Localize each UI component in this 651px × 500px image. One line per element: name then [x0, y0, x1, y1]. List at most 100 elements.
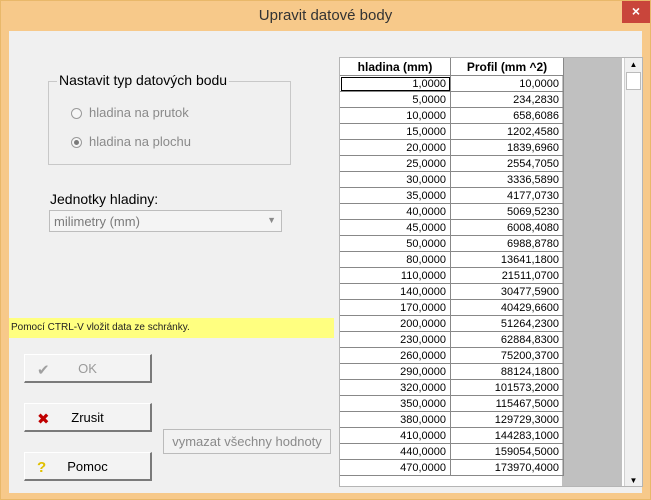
help-button[interactable]: ? Pomoc — [24, 452, 152, 481]
table-row[interactable]: 380,0000 129729,3000 — [340, 411, 564, 428]
table-row[interactable]: 50,0000 6988,8780 — [340, 235, 564, 252]
cell-profile[interactable]: 234,2830 — [450, 91, 564, 108]
cell-profile[interactable]: 129729,3000 — [450, 411, 564, 428]
table-row[interactable]: 470,0000 173970,4000 — [340, 459, 564, 476]
cell-level[interactable]: 50,0000 — [340, 235, 451, 252]
clipboard-hint: Pomocí CTRL-V vložit data ze schránky. — [9, 318, 334, 338]
table-row[interactable]: 320,0000 101573,2000 — [340, 379, 564, 396]
table-row[interactable]: 40,0000 5069,5230 — [340, 203, 564, 220]
units-select-value: milimetry (mm) — [54, 214, 140, 229]
cell-profile[interactable]: 51264,2300 — [450, 315, 564, 332]
cell-profile[interactable]: 13641,1800 — [450, 251, 564, 268]
table-row[interactable]: 80,0000 13641,1800 — [340, 251, 564, 268]
table-row[interactable]: 200,0000 51264,2300 — [340, 315, 564, 332]
cancel-button[interactable]: ✖ Zrusit — [24, 403, 152, 432]
table-row[interactable]: 440,0000 159054,5000 — [340, 443, 564, 460]
scroll-thumb[interactable] — [626, 72, 641, 90]
radio-label: hladina na prutok — [89, 105, 189, 120]
cell-profile[interactable]: 10,0000 — [450, 75, 564, 92]
table-row[interactable]: 110,0000 21511,0700 — [340, 267, 564, 284]
cell-level[interactable]: 170,0000 — [340, 299, 451, 316]
cell-profile[interactable]: 62884,8300 — [450, 331, 564, 348]
cell-level[interactable]: 30,0000 — [340, 171, 451, 188]
table-row[interactable]: 170,0000 40429,6600 — [340, 299, 564, 316]
edit-data-points-dialog: Upravit datové body × Nastavit typ datov… — [0, 0, 651, 500]
cell-profile[interactable]: 101573,2000 — [450, 379, 564, 396]
cell-profile[interactable]: 30477,5900 — [450, 283, 564, 300]
title-bar[interactable]: Upravit datové body × — [1, 1, 650, 31]
data-points-grid[interactable]: hladina (mm) Profil (mm ^2) 1,0000 10,000… — [339, 57, 643, 487]
cell-level[interactable]: 470,0000 — [340, 459, 451, 476]
cell-profile[interactable]: 5069,5230 — [450, 203, 564, 220]
cell-profile[interactable]: 21511,0700 — [450, 267, 564, 284]
cell-profile[interactable]: 2554,7050 — [450, 155, 564, 172]
cell-profile[interactable]: 115467,5000 — [450, 395, 564, 412]
table-row[interactable]: 260,0000 75200,3700 — [340, 347, 564, 364]
cell-level[interactable]: 1,0000 — [340, 75, 451, 92]
cell-profile[interactable]: 1202,4580 — [450, 123, 564, 140]
column-header-level[interactable]: hladina (mm) — [340, 58, 451, 76]
scroll-up-icon[interactable]: ▲ — [625, 58, 642, 72]
cell-level[interactable]: 45,0000 — [340, 219, 451, 236]
cell-level[interactable]: 20,0000 — [340, 139, 451, 156]
clear-all-values-button[interactable]: vymazat všechny hodnoty — [163, 429, 331, 454]
cell-level[interactable]: 15,0000 — [340, 123, 451, 140]
chevron-down-icon[interactable]: ▼ — [267, 215, 276, 225]
cell-level[interactable]: 110,0000 — [340, 267, 451, 284]
cell-level[interactable]: 80,0000 — [340, 251, 451, 268]
cell-profile[interactable]: 75200,3700 — [450, 347, 564, 364]
help-button-label: Pomoc — [67, 459, 108, 474]
cell-level[interactable]: 200,0000 — [340, 315, 451, 332]
grid-empty-area — [562, 58, 622, 486]
ok-button[interactable]: ✔ OK — [24, 354, 152, 383]
cell-level[interactable]: 320,0000 — [340, 379, 451, 396]
scroll-down-icon[interactable]: ▼ — [625, 474, 642, 486]
table-row[interactable]: 35,0000 4177,0730 — [340, 187, 564, 204]
table-row[interactable]: 290,0000 88124,1800 — [340, 363, 564, 380]
table-row[interactable]: 45,0000 6008,4080 — [340, 219, 564, 236]
units-select[interactable]: milimetry (mm) ▼ — [49, 210, 282, 232]
close-icon: × — [631, 3, 641, 19]
cell-level[interactable]: 380,0000 — [340, 411, 451, 428]
cell-profile[interactable]: 144283,1000 — [450, 427, 564, 444]
cell-profile[interactable]: 88124,1800 — [450, 363, 564, 380]
cell-level[interactable]: 230,0000 — [340, 331, 451, 348]
cell-level[interactable]: 10,0000 — [340, 107, 451, 124]
table-row[interactable]: 10,0000 658,6086 — [340, 107, 564, 124]
cell-level[interactable]: 410,0000 — [340, 427, 451, 444]
cell-level[interactable]: 350,0000 — [340, 395, 451, 412]
cell-profile[interactable]: 1839,6960 — [450, 139, 564, 156]
cell-profile[interactable]: 4177,0730 — [450, 187, 564, 204]
cell-level[interactable]: 40,0000 — [340, 203, 451, 220]
cell-level[interactable]: 5,0000 — [340, 91, 451, 108]
table-row[interactable]: 5,0000 234,2830 — [340, 91, 564, 108]
table-row[interactable]: 350,0000 115467,5000 — [340, 395, 564, 412]
table-row[interactable]: 15,0000 1202,4580 — [340, 123, 564, 140]
cell-profile[interactable]: 658,6086 — [450, 107, 564, 124]
table-row[interactable]: 230,0000 62884,8300 — [340, 331, 564, 348]
close-button[interactable]: × — [622, 1, 650, 23]
cell-level[interactable]: 440,0000 — [340, 443, 451, 460]
cell-profile[interactable]: 173970,4000 — [450, 459, 564, 476]
cell-profile[interactable]: 6988,8780 — [450, 235, 564, 252]
vertical-scrollbar[interactable]: ▲ ▼ — [624, 58, 642, 486]
cell-profile[interactable]: 40429,6600 — [450, 299, 564, 316]
cell-profile[interactable]: 159054,5000 — [450, 443, 564, 460]
cell-level[interactable]: 140,0000 — [340, 283, 451, 300]
radio-level-to-area[interactable]: hladina na plochu — [71, 134, 191, 149]
table-row[interactable]: 1,0000 10,0000 — [340, 75, 564, 92]
table-row[interactable]: 140,0000 30477,5900 — [340, 283, 564, 300]
cell-level[interactable]: 25,0000 — [340, 155, 451, 172]
radio-circle-checked-icon — [71, 137, 82, 149]
table-row[interactable]: 20,0000 1839,6960 — [340, 139, 564, 156]
table-row[interactable]: 25,0000 2554,7050 — [340, 155, 564, 172]
cell-profile[interactable]: 6008,4080 — [450, 219, 564, 236]
table-row[interactable]: 30,0000 3336,5890 — [340, 171, 564, 188]
cell-level[interactable]: 290,0000 — [340, 363, 451, 380]
table-row[interactable]: 410,0000 144283,1000 — [340, 427, 564, 444]
radio-level-to-flow[interactable]: hladina na prutok — [71, 105, 189, 120]
column-header-profile[interactable]: Profil (mm ^2) — [450, 58, 564, 76]
cell-level[interactable]: 260,0000 — [340, 347, 451, 364]
cell-level[interactable]: 35,0000 — [340, 187, 451, 204]
cell-profile[interactable]: 3336,5890 — [450, 171, 564, 188]
